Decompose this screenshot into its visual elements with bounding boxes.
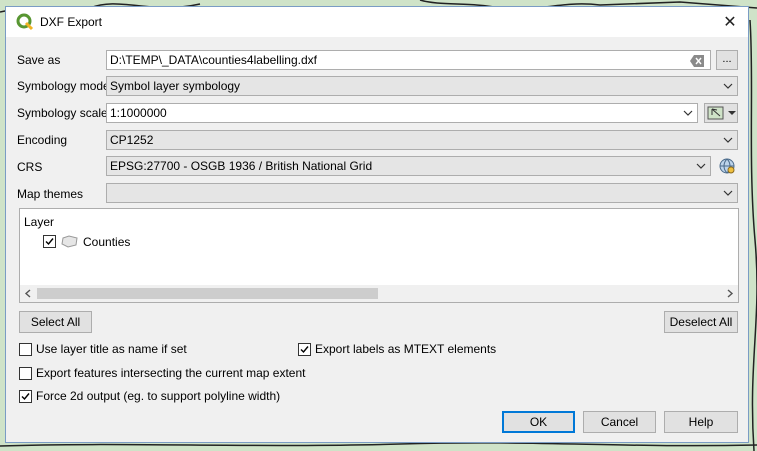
- symbology-scale-value: 1:1000000: [110, 106, 167, 120]
- crs-label: CRS: [17, 160, 43, 174]
- symbology-mode-label: Symbology mode: [17, 79, 110, 93]
- chevron-down-icon: [723, 190, 733, 196]
- window-title: DXF Export: [40, 15, 103, 29]
- scroll-right-icon[interactable]: [725, 288, 735, 302]
- save-as-label: Save as: [17, 53, 61, 67]
- chevron-down-icon: [723, 83, 733, 89]
- dxf-export-dialog: DXF Export ✕ Save as D:\TEMP\_DATA\count…: [5, 6, 749, 443]
- symbology-scale-label: Symbology scale: [17, 106, 108, 120]
- help-button[interactable]: Help: [664, 411, 738, 433]
- layer-column-header: Layer: [24, 215, 55, 229]
- symbology-mode-select[interactable]: Symbol layer symbology: [106, 76, 738, 96]
- map-scale-icon: [707, 106, 736, 120]
- cancel-button[interactable]: Cancel: [583, 411, 656, 433]
- force-2d-label: Force 2d output (eg. to support polyline…: [36, 389, 281, 403]
- polygon-layer-icon: [61, 235, 79, 251]
- encoding-value: CP1252: [110, 133, 154, 147]
- symbology-mode-value: Symbol layer symbology: [110, 79, 241, 93]
- checkmark-icon: [21, 393, 30, 401]
- export-intersecting-checkbox[interactable]: [19, 367, 32, 380]
- globe-icon: [719, 158, 735, 174]
- export-labels-mtext-label: Export labels as MTEXT elements: [315, 342, 497, 356]
- map-themes-label: Map themes: [17, 187, 84, 201]
- layer-name: Counties: [83, 235, 131, 249]
- scroll-left-icon[interactable]: [23, 288, 33, 302]
- scrollbar-thumb[interactable]: [37, 288, 378, 299]
- clear-icon[interactable]: [690, 54, 704, 69]
- scale-from-canvas-button[interactable]: [704, 103, 738, 123]
- close-button[interactable]: ✕: [720, 12, 740, 32]
- title-bar: DXF Export ✕: [6, 7, 748, 37]
- chevron-down-icon: [683, 110, 693, 116]
- select-all-button[interactable]: Select All: [19, 311, 92, 333]
- chevron-down-icon: [723, 137, 733, 143]
- chevron-down-icon: [696, 163, 706, 169]
- layer-checkbox[interactable]: [43, 235, 56, 248]
- qgis-logo-icon: [16, 13, 34, 31]
- crs-select[interactable]: EPSG:27700 - OSGB 1936 / British Nationa…: [106, 156, 711, 176]
- use-layer-title-checkbox[interactable]: [19, 343, 32, 356]
- use-layer-title-label: Use layer title as name if set: [36, 342, 187, 356]
- force-2d-checkbox[interactable]: [19, 390, 32, 403]
- export-intersecting-label: Export features intersecting the current…: [36, 366, 306, 380]
- encoding-label: Encoding: [17, 133, 68, 147]
- browse-button[interactable]: ...: [716, 50, 738, 70]
- export-labels-mtext-checkbox[interactable]: [298, 343, 311, 356]
- deselect-all-button[interactable]: Deselect All: [664, 311, 738, 333]
- horizontal-scrollbar[interactable]: [20, 285, 738, 302]
- save-as-value: D:\TEMP\_DATA\counties4labelling.dxf: [110, 53, 317, 67]
- symbology-scale-input[interactable]: 1:1000000: [106, 103, 698, 123]
- map-themes-select[interactable]: [106, 183, 738, 203]
- ok-button[interactable]: OK: [502, 411, 575, 433]
- crs-value: EPSG:27700 - OSGB 1936 / British Nationa…: [110, 159, 373, 173]
- checkmark-icon: [45, 238, 54, 246]
- encoding-select[interactable]: CP1252: [106, 130, 738, 150]
- checkmark-icon: [300, 346, 309, 354]
- save-as-input[interactable]: D:\TEMP\_DATA\counties4labelling.dxf: [106, 50, 711, 70]
- layer-tree: Layer Counties: [19, 208, 739, 303]
- crs-selector-button[interactable]: [716, 156, 738, 176]
